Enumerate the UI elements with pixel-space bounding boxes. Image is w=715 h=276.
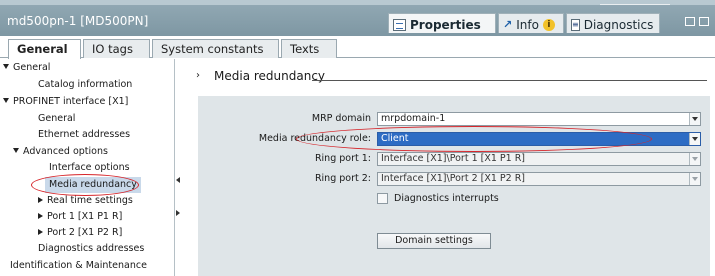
inspector-title-bar: md500pn-1 [MD500PN] Properties ↗ Info i … xyxy=(0,0,715,36)
tab-general[interactable]: General xyxy=(8,39,81,59)
expand-down-icon[interactable] xyxy=(3,98,9,103)
collapse-left-icon[interactable] xyxy=(176,177,180,183)
navigation-tree: General Catalog information PROFINET int… xyxy=(0,59,175,276)
tree-item-profinet-interface[interactable]: PROFINET interface [X1] xyxy=(3,94,128,110)
ring-port-1-select[interactable]: Interface [X1]\Port 1 [X1 P1 R] xyxy=(377,152,701,166)
tree-item-label: General xyxy=(13,62,51,73)
expand-down-icon[interactable] xyxy=(3,64,9,69)
info-badge-icon: i xyxy=(542,18,555,31)
properties-content: › Media redundancy MRP domain mrpdomain-… xyxy=(190,59,715,276)
tree-item-interface-general[interactable]: General xyxy=(38,111,75,127)
tree-item-real-time-settings[interactable]: Real time settings xyxy=(38,193,133,209)
tree-item-label: Port 1 [X1 P1 R] xyxy=(47,211,123,222)
tree-item-media-redundancy[interactable]: Media redundancy xyxy=(45,177,141,193)
diagnostics-interrupts-label: Diagnostics interrupts xyxy=(394,193,499,204)
info-icon: ↗ xyxy=(503,18,513,31)
tree-item-label: Real time settings xyxy=(47,195,133,206)
media-redundancy-role-select[interactable]: Client xyxy=(377,132,701,146)
chevron-down-icon[interactable] xyxy=(689,133,700,145)
expand-right-icon[interactable] xyxy=(38,197,43,203)
domain-settings-button[interactable]: Domain settings xyxy=(377,233,491,249)
ring-port-2-value: Interface [X1]\Port 2 [X1 P2 R] xyxy=(381,173,526,184)
media-redundancy-panel: MRP domain mrpdomain-1 Media redundancy … xyxy=(198,96,710,276)
mrp-domain-value: mrpdomain-1 xyxy=(381,113,446,124)
section-divider xyxy=(312,80,707,81)
tree-item-ethernet-addresses[interactable]: Ethernet addresses xyxy=(38,127,130,143)
ring-port-1-label: Ring port 1: xyxy=(314,153,371,164)
tree-item-port-2[interactable]: Port 2 [X1 P2 R] xyxy=(38,225,122,241)
chevron-right-icon: › xyxy=(196,70,200,81)
tab-diagnostics[interactable]: ≡ Diagnostics xyxy=(566,13,660,33)
expand-down-icon[interactable] xyxy=(13,148,19,153)
tree-item-label: Advanced options xyxy=(23,146,108,157)
diagnostics-interrupts-checkbox[interactable] xyxy=(377,193,388,204)
expand-right-pane-icon[interactable] xyxy=(176,210,180,216)
expand-right-icon[interactable] xyxy=(38,229,43,235)
properties-icon xyxy=(393,18,406,31)
ring-port-2-label: Ring port 2: xyxy=(314,173,371,184)
tab-diagnostics-label: Diagnostics xyxy=(583,17,654,32)
tree-item-label: Port 2 [X1 P2 R] xyxy=(47,227,123,238)
tree-item-general[interactable]: General xyxy=(3,60,50,76)
mrp-domain-label: MRP domain xyxy=(311,113,371,124)
tab-info-label: Info xyxy=(516,17,539,32)
expand-right-icon[interactable] xyxy=(38,213,43,219)
chevron-down-icon[interactable] xyxy=(689,153,700,165)
section-title: Media redundancy xyxy=(214,69,326,83)
ring-port-2-select[interactable]: Interface [X1]\Port 2 [X1 P2 R] xyxy=(377,172,701,186)
tab-io-tags[interactable]: IO tags xyxy=(83,39,150,58)
tab-texts[interactable]: Texts xyxy=(281,39,337,58)
window-title: md500pn-1 [MD500PN] xyxy=(7,14,149,28)
tree-item-identification-maintenance[interactable]: Identification & Maintenance xyxy=(10,258,147,274)
mrp-domain-select[interactable]: mrpdomain-1 xyxy=(377,112,701,126)
tree-item-diagnostics-addresses[interactable]: Diagnostics addresses xyxy=(38,241,144,257)
tree-item-catalog-information[interactable]: Catalog information xyxy=(38,77,132,93)
ring-port-1-value: Interface [X1]\Port 1 [X1 P1 R] xyxy=(381,153,526,164)
tree-item-port-1[interactable]: Port 1 [X1 P1 R] xyxy=(38,209,122,225)
chevron-down-icon[interactable] xyxy=(689,113,700,125)
tab-system-constants[interactable]: System constants xyxy=(152,39,279,58)
window-controls xyxy=(685,17,709,26)
media-redundancy-role-value: Client xyxy=(381,133,409,144)
tab-info[interactable]: ↗ Info i xyxy=(498,13,564,33)
tab-properties-label: Properties xyxy=(410,17,481,32)
tab-properties[interactable]: Properties xyxy=(388,13,496,33)
chevron-down-icon[interactable] xyxy=(689,173,700,185)
ruler-decoration xyxy=(600,0,670,5)
tree-item-interface-options[interactable]: Interface options xyxy=(49,160,130,176)
properties-tab-row: General IO tags System constants Texts xyxy=(0,36,715,59)
diagnostics-icon: ≡ xyxy=(571,18,580,31)
tree-item-advanced-options[interactable]: Advanced options xyxy=(13,144,108,160)
restore-window-icon[interactable] xyxy=(685,17,695,26)
section-header[interactable]: › Media redundancy xyxy=(190,67,715,85)
media-redundancy-role-label: Media redundancy role: xyxy=(258,133,371,144)
minimize-window-icon[interactable] xyxy=(699,17,709,26)
tree-item-label: PROFINET interface [X1] xyxy=(13,96,129,107)
